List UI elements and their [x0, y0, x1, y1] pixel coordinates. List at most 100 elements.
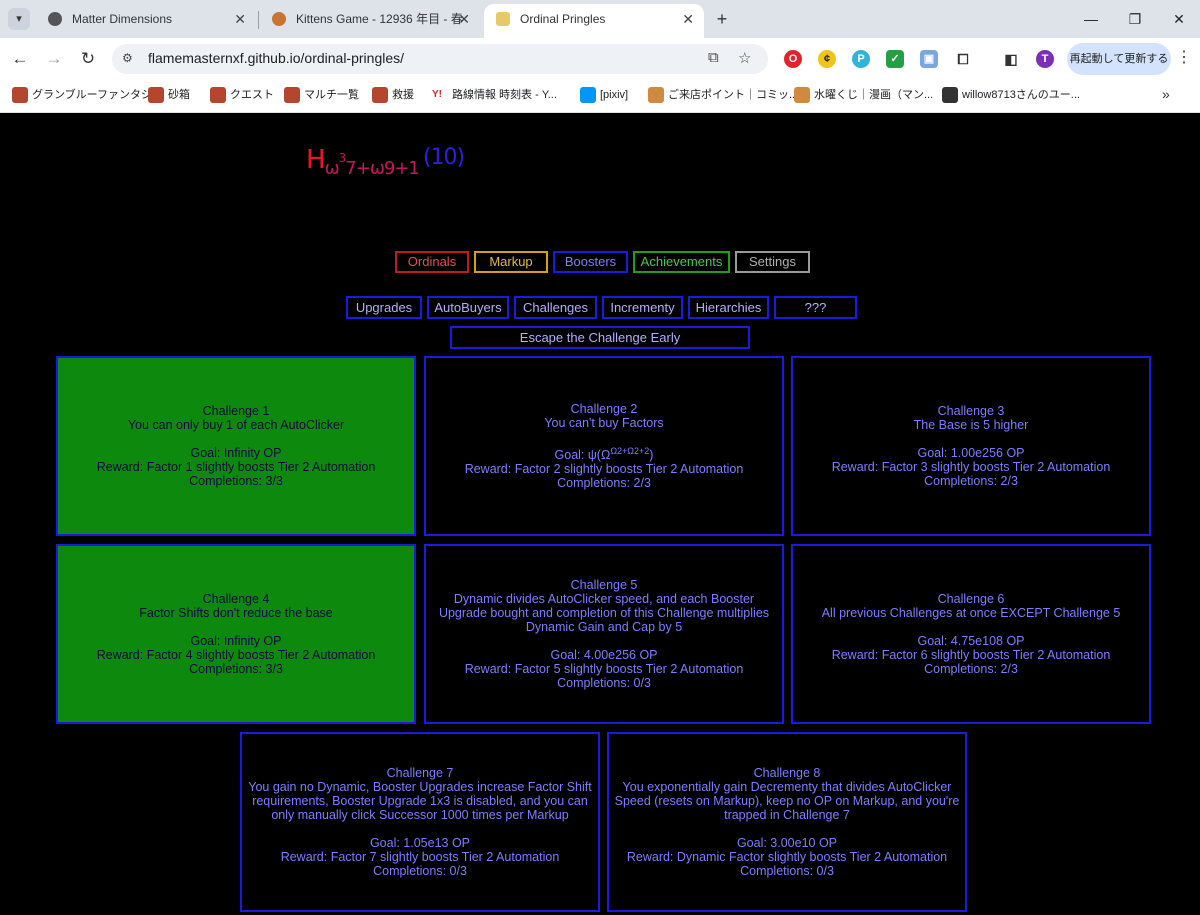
bookmark-item[interactable]: クエスト [210, 87, 274, 103]
challenge-completions: Completions: 0/3 [373, 864, 467, 878]
challenge-3[interactable]: Challenge 3 The Base is 5 higher Goal: 1… [791, 356, 1151, 536]
tab-divider [258, 11, 259, 29]
challenge-reward: Reward: Factor 4 slightly boosts Tier 2 … [96, 648, 376, 662]
tab-title: Kittens Game - 12936 年目 - 春 [296, 12, 463, 26]
granblue-icon [372, 87, 388, 103]
back-icon[interactable]: ← [8, 47, 32, 71]
bookmark-item[interactable]: [pixiv] [580, 87, 628, 103]
forward-icon[interactable]: → [42, 47, 66, 71]
image-extension-icon[interactable]: ▣ [920, 50, 938, 68]
opera-extension-icon[interactable]: O [784, 50, 802, 68]
challenge-completions: Completions: 2/3 [924, 662, 1018, 676]
menu-kebab-icon[interactable]: ⋮ [1176, 47, 1192, 67]
challenge-goal: Goal: Infinity OP [190, 634, 282, 648]
challenge-1[interactable]: Challenge 1 You can only buy 1 of each A… [56, 356, 416, 536]
challenge-name: Challenge 4 [202, 592, 270, 606]
extensions-puzzle-icon[interactable]: ⧠ [954, 50, 972, 68]
tab-markup[interactable]: Markup [474, 251, 548, 273]
bookmark-item[interactable]: ご来店ポイント｜コミッ... [648, 87, 798, 103]
challenge-completions: Completions: 3/3 [189, 474, 283, 488]
subtab-incrementy[interactable]: Incrementy [602, 296, 683, 319]
goal-exponent: Ω2+Ω2+2 [610, 445, 650, 456]
browser-toolbar: ← → ↻ ⚙ flamemasternxf.github.io/ordinal… [0, 38, 1200, 80]
challenge-4[interactable]: Challenge 4 Factor Shifts don't reduce t… [56, 544, 416, 724]
challenge-5[interactable]: Challenge 5 Dynamic divides AutoClicker … [424, 544, 784, 724]
p-extension-icon[interactable]: P [852, 50, 870, 68]
challenge-completions: Completions: 3/3 [189, 662, 283, 676]
browser-tab-strip: ▾ Matter Dimensions ✕ Kittens Game - 129… [0, 0, 1200, 38]
tab-settings[interactable]: Settings [735, 251, 810, 273]
bookmark-label: クエスト [230, 89, 274, 101]
challenge-goal: Goal: 1.05e13 OP [369, 836, 471, 850]
challenge-reward: Reward: Factor 1 slightly boosts Tier 2 … [96, 460, 376, 474]
challenge-reward: Reward: Factor 2 slightly boosts Tier 2 … [464, 462, 744, 477]
window-close-icon[interactable]: ✕ [1164, 6, 1194, 32]
minimize-icon[interactable]: — [1076, 6, 1106, 32]
more-bookmarks-icon[interactable]: » [1162, 86, 1170, 102]
bookmark-star-icon[interactable]: ☆ [738, 49, 751, 67]
challenge-desc: Factor Shifts don't reduce the base [139, 606, 333, 620]
reload-icon[interactable]: ↻ [76, 47, 100, 71]
update-button[interactable]: 再起動して更新する [1067, 43, 1171, 75]
challenge-name: Challenge 8 [753, 766, 821, 780]
close-icon[interactable]: ✕ [234, 4, 246, 34]
granblue-icon [210, 87, 226, 103]
bookmark-item[interactable]: 砂箱 [148, 87, 190, 103]
pringles-favicon-icon [496, 12, 510, 26]
site-info-icon[interactable]: ⚙ [122, 51, 133, 65]
tab-ordinals[interactable]: Ordinals [395, 251, 469, 273]
challenge-goal: Goal: 1.00e256 OP [917, 446, 1025, 460]
challenge-desc: You can't buy Factors [544, 415, 664, 430]
bookmark-item[interactable]: マルチ一覧 [284, 87, 359, 103]
title-rest: 7+ω9+1 [345, 158, 420, 179]
matter-dimensions-favicon-icon [48, 12, 62, 26]
challenge-name: Challenge 6 [937, 592, 1005, 606]
challenge-2[interactable]: Challenge 2 You can't buy Factors Goal: … [424, 356, 784, 536]
challenge-6[interactable]: Challenge 6 All previous Challenges at o… [791, 544, 1151, 724]
profile-avatar[interactable]: T [1036, 50, 1054, 68]
side-panel-icon[interactable]: ◧ [1002, 50, 1020, 68]
check-extension-icon[interactable]: ✓ [886, 50, 904, 68]
url-text[interactable]: flamemasternxf.github.io/ordinal-pringle… [148, 50, 404, 66]
tab-title: Matter Dimensions [72, 12, 173, 26]
subtab-challenges[interactable]: Challenges [514, 296, 597, 319]
browser-tab-matter-dimensions[interactable]: Matter Dimensions ✕ [36, 4, 256, 38]
address-bar[interactable]: ⚙ flamemasternxf.github.io/ordinal-pring… [112, 44, 768, 74]
subtab-autobuyers[interactable]: AutoBuyers [427, 296, 509, 319]
bookmark-label: 水曜くじ｜漫画（マン... [814, 89, 934, 101]
subtab-hierarchies[interactable]: Hierarchies [688, 296, 769, 319]
coin-extension-icon[interactable]: ¢ [818, 50, 836, 68]
translate-icon[interactable]: ⧉ [708, 49, 719, 66]
bookmark-item[interactable]: 救援 [372, 87, 414, 103]
comic-icon [794, 87, 810, 103]
tab-achievements[interactable]: Achievements [633, 251, 730, 273]
challenge-name: Challenge 1 [202, 404, 270, 418]
browser-tab-kittens-game[interactable]: Kittens Game - 12936 年目 - 春 ✕ [260, 4, 480, 38]
tab-search-icon[interactable]: ▾ [8, 8, 30, 30]
bookmark-item[interactable]: willow8713さんのユー... [942, 87, 1080, 103]
challenge-reward: Reward: Factor 6 slightly boosts Tier 2 … [831, 648, 1111, 662]
challenge-7[interactable]: Challenge 7 You gain no Dynamic, Booster… [240, 732, 600, 912]
close-icon[interactable]: ✕ [458, 4, 470, 34]
challenge-completions: Completions: 2/3 [557, 476, 651, 491]
bookmark-item[interactable]: 水曜くじ｜漫画（マン... [794, 87, 933, 103]
subtab-unknown[interactable]: ??? [774, 296, 857, 319]
title-ordinal: ω37+ω9+1 [325, 151, 420, 179]
browser-tab-ordinal-pringles[interactable]: Ordinal Pringles ✕ [484, 4, 704, 38]
escape-challenge-button[interactable]: Escape the Challenge Early [450, 326, 750, 349]
bookmark-label: マルチ一覧 [304, 89, 359, 101]
challenge-name: Challenge 5 [570, 578, 638, 592]
bookmark-label: ご来店ポイント｜コミッ... [668, 89, 799, 101]
title-h: H [306, 145, 326, 175]
subtab-upgrades[interactable]: Upgrades [346, 296, 422, 319]
bookmark-item[interactable]: グランブルーファンタジー [12, 87, 163, 103]
challenge-completions: Completions: 0/3 [740, 864, 834, 878]
new-tab-icon[interactable]: + [710, 6, 734, 32]
tab-boosters[interactable]: Boosters [553, 251, 628, 273]
bookmark-item[interactable]: Y! 路線情報 時刻表 - Y... [432, 87, 557, 103]
restore-icon[interactable]: ❐ [1120, 6, 1150, 32]
yahoo-icon: Y! [432, 87, 448, 103]
challenge-8[interactable]: Challenge 8 You exponentially gain Decre… [607, 732, 967, 912]
challenge-goal: Goal: 4.00e256 OP [550, 648, 658, 662]
close-icon[interactable]: ✕ [682, 4, 694, 34]
